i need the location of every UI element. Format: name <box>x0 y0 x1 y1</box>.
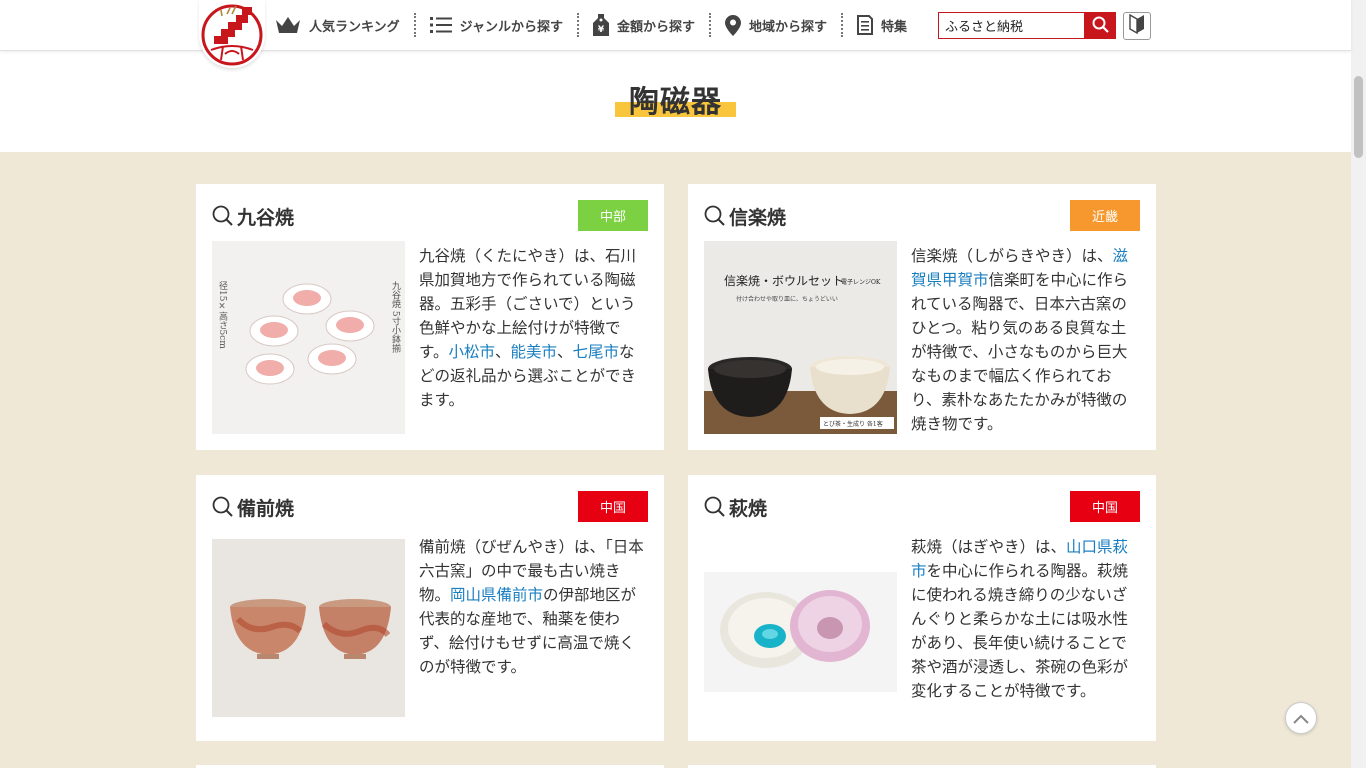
page-title: 陶磁器 <box>629 85 722 120</box>
beginner-guide-button[interactable] <box>1123 12 1151 40</box>
nav-genre[interactable]: ジャンルから探す <box>429 0 577 50</box>
pottery-card: 萩焼 中国 萩焼（はぎやき）は、山口県萩市を中心に作られる陶器。萩焼に使われる焼… <box>688 475 1156 741</box>
magnifier-icon <box>212 205 234 227</box>
card-header: 九谷焼 中部 <box>212 200 648 232</box>
search-button[interactable] <box>1084 12 1116 39</box>
region-badge: 中国 <box>578 491 648 522</box>
region-badge: 近畿 <box>1070 200 1140 231</box>
card-header: 信楽焼 近畿 <box>704 200 1140 232</box>
nav-divider <box>413 13 416 37</box>
back-to-top-button[interactable] <box>1285 702 1317 734</box>
link-nomi[interactable]: 能美市 <box>510 343 557 361</box>
scrollbar-thumb[interactable] <box>1354 76 1363 158</box>
card-description: 萩焼（はぎやき）は、山口県萩市を中心に作られる陶器。萩焼に使われる焼き締りの少な… <box>911 538 1129 700</box>
document-icon <box>857 15 874 35</box>
magnifier-icon <box>704 205 726 227</box>
search-icon <box>1092 16 1109 36</box>
card-header: 備前焼 中国 <box>212 491 648 523</box>
map-pin-icon <box>725 14 741 36</box>
card-title[interactable]: 九谷焼 <box>237 203 294 230</box>
title-section: 陶磁器 <box>0 51 1351 152</box>
nav-divider <box>709 13 711 37</box>
svg-text:信楽焼・ボウルセット: 信楽焼・ボウルセット <box>724 274 844 288</box>
card-image[interactable] <box>212 539 405 717</box>
crown-icon <box>275 16 301 34</box>
svg-text:付け合わせや取り皿に、ちょうどいい: 付け合わせや取り皿に、ちょうどいい <box>736 295 838 303</box>
region-badge: 中部 <box>578 200 648 231</box>
card-description: 九谷焼（くたにやき）は、石川県加賀地方で作られている陶磁器。五彩手（ごさいで）と… <box>419 247 637 409</box>
link-bizen[interactable]: 岡山県備前市 <box>450 586 543 604</box>
svg-text:電子レンジOK: 電子レンジOK <box>841 279 881 286</box>
card-image[interactable] <box>704 572 897 692</box>
pottery-card: 備前焼 中国 備前焼（びぜんやき）は、「日本六古窯」の中で最も古い焼き物。岡山県… <box>196 475 664 741</box>
page-scrollbar[interactable] <box>1351 0 1366 768</box>
nav-price[interactable]: ¥ 金額から探す <box>592 0 709 50</box>
nav-feature-label: 特集 <box>881 19 908 35</box>
site-logo[interactable] <box>199 0 265 68</box>
magnifier-icon <box>212 496 234 518</box>
nav-genre-label: ジャンルから探す <box>459 19 563 35</box>
nav-region[interactable]: 地域から探す <box>725 0 841 50</box>
nav-ranking-label: 人気ランキング <box>309 19 400 35</box>
nav-price-label: 金額から探す <box>616 19 695 35</box>
beginner-mark-icon <box>1129 13 1145 38</box>
search-form <box>938 12 1116 39</box>
pottery-card: 九谷焼 中部 径15×高さ5cm 九谷焼 5寸小鉢揃 九谷焼（くたにやき）は、石… <box>196 184 664 450</box>
card-description: 信楽焼（しがらきやき）は、滋賀県甲賀市信楽町を中心に作られている陶器で、日本六古… <box>911 247 1129 433</box>
link-komatsu[interactable]: 小松市 <box>448 343 495 361</box>
card-description: 備前焼（びぜんやき）は、「日本六古窯」の中で最も古い焼き物。岡山県備前市の伊部地… <box>419 538 644 676</box>
pottery-card-grid: 九谷焼 中部 径15×高さ5cm 九谷焼 5寸小鉢揃 九谷焼（くたにやき）は、石… <box>0 152 1351 768</box>
nav-ranking[interactable]: 人気ランキング <box>275 0 414 50</box>
search-input[interactable] <box>938 12 1084 39</box>
region-badge: 中国 <box>1070 491 1140 522</box>
link-nanao[interactable]: 七尾市 <box>573 343 620 361</box>
svg-text:径15×高さ5cm: 径15×高さ5cm <box>217 280 228 349</box>
main-nav: 人気ランキング ジャンルから探す ¥ 金額から探す 地域から探す 特集 <box>275 0 921 50</box>
nav-divider <box>841 13 844 37</box>
card-image[interactable]: 径15×高さ5cm 九谷焼 5寸小鉢揃 <box>212 241 405 434</box>
nav-region-label: 地域から探す <box>749 19 828 35</box>
list-icon <box>429 16 452 34</box>
card-title[interactable]: 萩焼 <box>729 494 767 521</box>
pottery-card: 信楽焼 近畿 信楽焼・ボウルセット 電子レンジOK 付け合わせや取り皿に、ちょう… <box>688 184 1156 450</box>
card-title[interactable]: 備前焼 <box>237 494 294 521</box>
nav-divider <box>576 13 579 37</box>
svg-text:とび茶・生成り 各1客: とび茶・生成り 各1客 <box>823 420 883 428</box>
svg-text:¥: ¥ <box>598 25 605 35</box>
chevron-up-icon <box>1293 709 1309 728</box>
logo-icon <box>201 4 263 66</box>
nav-feature[interactable]: 特集 <box>857 0 921 50</box>
magnifier-icon <box>704 496 726 518</box>
price-tag-icon: ¥ <box>592 14 609 36</box>
svg-text:九谷焼 5寸小鉢揃: 九谷焼 5寸小鉢揃 <box>390 281 401 354</box>
card-image[interactable]: 信楽焼・ボウルセット 電子レンジOK 付け合わせや取り皿に、ちょうどいい とび茶… <box>704 241 897 434</box>
card-title[interactable]: 信楽焼 <box>729 203 786 230</box>
card-header: 萩焼 中国 <box>704 491 1140 523</box>
